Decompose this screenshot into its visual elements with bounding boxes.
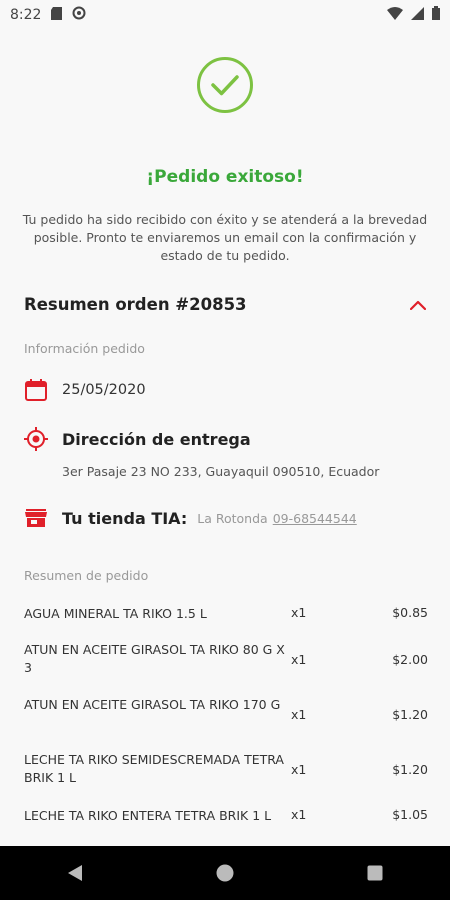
store-phone-link[interactable]: 09-68544544 — [273, 511, 357, 526]
item-name: ATUN EN ACEITE GIRASOL TA RIKO 170 G — [24, 697, 281, 712]
system-nav-bar — [0, 846, 450, 900]
check-circle-icon — [196, 56, 254, 114]
wifi-icon — [387, 6, 403, 24]
signal-icon — [411, 6, 424, 24]
store-icon — [24, 506, 48, 530]
delivery-label: Dirección de entrega — [62, 429, 251, 449]
order-date: 25/05/2020 — [62, 382, 146, 398]
item-qty: x1 — [291, 652, 307, 667]
store-label: Tu tienda TIA: — [62, 508, 188, 528]
sync-icon — [72, 6, 86, 24]
success-message: Tu pedido ha sido recibido con éxito y s… — [22, 212, 428, 263]
item-name: LECHE TA RIKO SEMIDESCREMADA TETRA BRIK … — [24, 752, 284, 785]
item-name: AGUA MINERAL TA RIKO 1.5 L — [24, 606, 207, 621]
home-icon[interactable] — [205, 853, 245, 893]
date-row: 25/05/2020 — [24, 378, 146, 402]
store-name: La Rotonda — [197, 510, 268, 526]
chevron-up-icon[interactable] — [409, 295, 427, 314]
status-time: 8:22 — [10, 7, 42, 23]
item-price: $1.20 — [392, 707, 428, 722]
status-right — [387, 6, 440, 24]
status-left: 8:22 — [10, 6, 86, 24]
status-bar: 8:22 — [0, 0, 450, 30]
item-price: $2.00 — [392, 652, 428, 667]
item-qty: x1 — [291, 762, 307, 777]
location-target-icon — [24, 427, 48, 451]
item-qty: x1 — [291, 707, 307, 722]
back-icon[interactable] — [55, 853, 95, 893]
battery-icon — [432, 6, 440, 24]
sd-card-icon — [51, 6, 63, 24]
delivery-address: 3er Pasaje 23 NO 233, Guayaquil 090510, … — [62, 464, 380, 479]
calendar-icon — [24, 378, 48, 402]
item-name: ATUN EN ACEITE GIRASOL TA RIKO 80 G X 3 — [24, 642, 285, 675]
item-price: $0.85 — [392, 605, 428, 620]
order-title: Resumen orden #20853 — [24, 294, 247, 314]
store-row: Tu tienda TIA: La Rotonda 09-68544544 — [24, 506, 357, 530]
summary-section-label: Resumen de pedido — [24, 568, 149, 583]
order-summary-header[interactable]: Resumen orden #20853 — [24, 291, 427, 317]
recents-icon[interactable] — [355, 853, 395, 893]
item-price: $1.20 — [392, 762, 428, 777]
item-price: $1.05 — [392, 807, 428, 822]
item-name: LECHE TA RIKO ENTERA TETRA BRIK 1 L — [24, 808, 272, 823]
delivery-row: Dirección de entrega — [24, 427, 251, 451]
info-section-label: Información pedido — [24, 341, 145, 356]
item-qty: x1 — [291, 807, 307, 822]
item-qty: x1 — [291, 605, 307, 620]
success-title: ¡Pedido exitoso! — [146, 167, 304, 187]
